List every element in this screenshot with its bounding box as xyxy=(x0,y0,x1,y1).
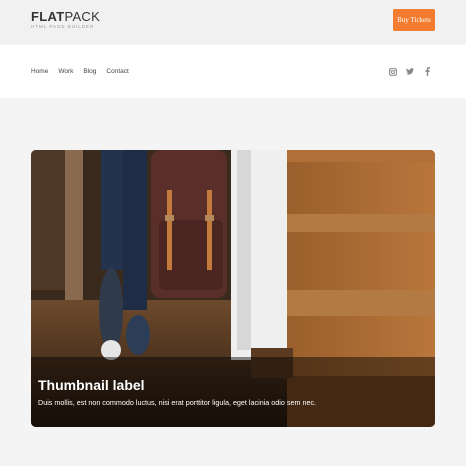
thumbnail-card[interactable]: Thumbnail label Duis mollis, est non com… xyxy=(31,150,435,427)
navigation-bar: Home Work Blog Contact xyxy=(0,45,466,98)
thumbnail-label: Thumbnail label xyxy=(38,377,145,393)
thumbnail-text: Duis mollis, est non commodo luctus, nis… xyxy=(38,398,317,407)
logo-wordmark: FLATPACK xyxy=(31,9,101,24)
logo-tagline: HTML PAGE BUILDER xyxy=(31,24,95,29)
top-header: FLATPACK HTML PAGE BUILDER Buy Tickets xyxy=(0,0,466,44)
twitter-icon[interactable] xyxy=(406,68,414,76)
nav-item-work[interactable]: Work xyxy=(58,68,73,75)
instagram-icon[interactable] xyxy=(389,67,397,76)
nav-item-blog[interactable]: Blog xyxy=(83,68,96,75)
thumbnail-caption: Thumbnail label Duis mollis, est non com… xyxy=(31,357,435,427)
nav-item-contact[interactable]: Contact xyxy=(106,68,128,75)
logo[interactable]: FLATPACK HTML PAGE BUILDER xyxy=(31,10,100,29)
nav-item-home[interactable]: Home xyxy=(31,68,48,75)
buy-tickets-button[interactable]: Buy Tickets xyxy=(393,9,435,31)
main-nav: Home Work Blog Contact xyxy=(31,45,139,98)
facebook-icon[interactable] xyxy=(423,67,431,76)
social-links xyxy=(389,45,431,98)
